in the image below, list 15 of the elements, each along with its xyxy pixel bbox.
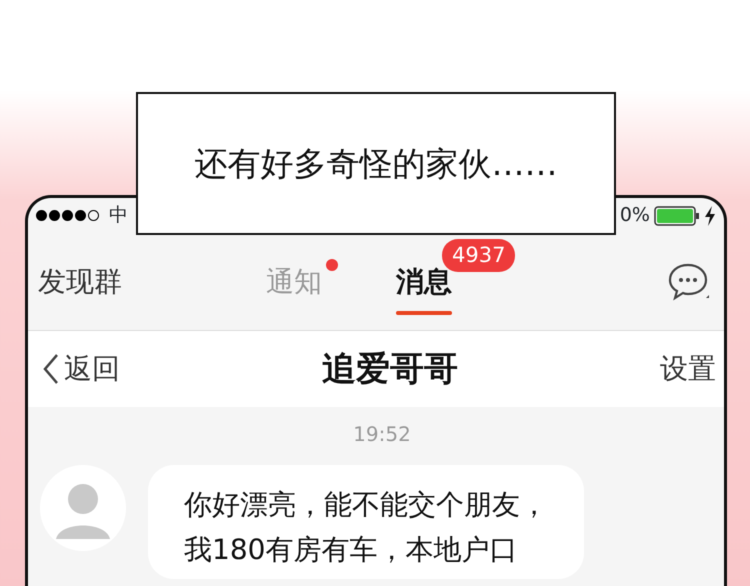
settings-button[interactable]: 设置 (660, 348, 716, 390)
message-text: 我180有房有车，本地户口 (184, 532, 518, 568)
back-chevron-icon (42, 353, 60, 385)
message-time: 19:52 (352, 421, 412, 448)
caption-text: 还有好多奇怪的家伙…… (194, 142, 558, 185)
signal-icon (36, 210, 101, 221)
chat-title: 追爱哥哥 (322, 348, 458, 390)
message-text: 你好漂亮，能不能交个朋友， (184, 487, 548, 523)
battery-icon (654, 206, 700, 226)
charging-bolt-icon (704, 206, 716, 226)
battery-percent: 0% (620, 203, 650, 228)
back-button[interactable]: 返回 (42, 348, 120, 390)
chat-bubble-icon[interactable] (668, 262, 710, 302)
carrier-text: 中 (109, 203, 128, 228)
tab[interactable]: 发现群 (36, 260, 124, 302)
